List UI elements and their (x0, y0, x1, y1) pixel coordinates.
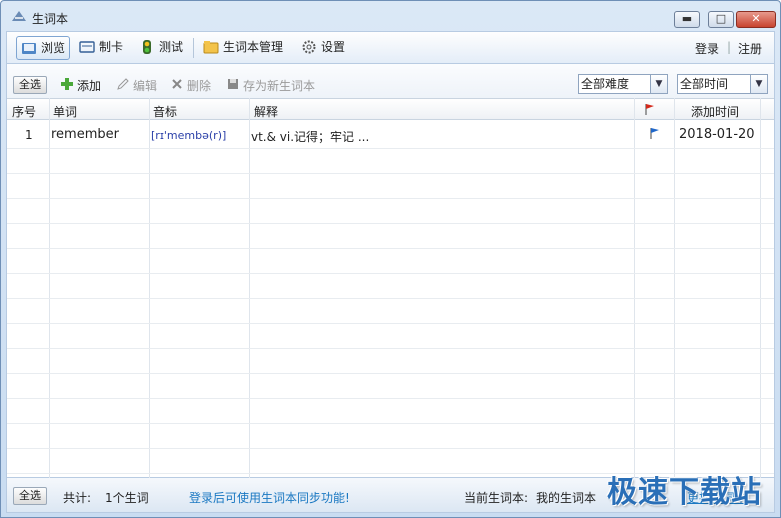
row-index: 1 (25, 128, 33, 142)
row-divider (7, 148, 774, 149)
row-divider (7, 273, 774, 274)
chevron-down-icon: ▼ (750, 75, 767, 93)
title-bar: 生词本 ▬ □ ✕ (1, 1, 780, 31)
delete-x-icon (172, 79, 182, 89)
column-divider (760, 98, 761, 479)
select-all-button[interactable]: 全选 (13, 76, 47, 94)
row-word: remember (51, 127, 119, 142)
save-as-new-button[interactable]: 存为新生词本 (227, 77, 315, 94)
nav-test[interactable]: 测试 (135, 36, 183, 60)
nav-link-divider: | (727, 40, 732, 54)
folder-icon (203, 41, 219, 54)
save-as-new-label: 存为新生词本 (243, 79, 316, 93)
column-divider (674, 98, 675, 479)
book-icon (22, 43, 36, 54)
pencil-icon (117, 78, 129, 90)
delete-label: 删除 (187, 79, 212, 93)
row-divider (7, 423, 774, 424)
table-header: 序号 单词 音标 解释 添加时间 (7, 98, 774, 120)
column-header-word[interactable]: 单词 (53, 103, 77, 120)
plus-icon (61, 78, 73, 90)
column-divider (249, 98, 250, 479)
chevron-down-icon: ▼ (650, 75, 667, 93)
watermark-logo: 极速下载站 (607, 475, 762, 510)
window-title: 生词本 (32, 12, 69, 26)
register-link[interactable]: 注册 (738, 40, 762, 57)
edit-label: 编辑 (133, 79, 158, 93)
row-divider (7, 373, 774, 374)
difficulty-value: 全部难度 (581, 77, 630, 91)
card-icon (79, 41, 95, 53)
app-logo-icon (12, 11, 26, 21)
save-disk-icon (228, 79, 238, 89)
row-divider (7, 198, 774, 199)
row-divider (7, 223, 774, 224)
word-list-panel: 全选 添加 编辑 删除 存为新生词本 全部难度 ▼ 全部时间 ▼ 序号 单词 音… (6, 63, 775, 479)
row-divider (7, 173, 774, 174)
difficulty-select[interactable]: 全部难度 ▼ (578, 74, 668, 94)
minimize-button[interactable]: ▬ (674, 11, 700, 28)
column-header-phonetic[interactable]: 音标 (153, 103, 177, 120)
nav-browse[interactable]: 浏览 (16, 36, 71, 60)
nav-browse-label: 浏览 (41, 41, 66, 55)
row-divider (7, 298, 774, 299)
add-button[interactable]: 添加 (61, 77, 101, 94)
nav-wordbook-manage-label: 生词本管理 (223, 40, 284, 54)
flag-column-icon[interactable] (644, 103, 656, 115)
column-header-index[interactable]: 序号 (12, 103, 36, 120)
nav-test-label: 测试 (159, 40, 184, 54)
status-select-all-button[interactable]: 全选 (13, 487, 47, 505)
row-divider (7, 448, 774, 449)
time-value: 全部时间 (680, 77, 729, 91)
column-header-date[interactable]: 添加时间 (691, 103, 739, 120)
gear-icon (302, 40, 316, 54)
row-definition: vt.& vi.记得；牢记 ... (251, 130, 370, 144)
total-label: 共计: (63, 491, 92, 505)
row-divider (7, 348, 774, 349)
current-wordbook-value: 我的生词本 (536, 491, 597, 505)
nav-wordbook-manage[interactable]: 生词本管理 (199, 36, 283, 60)
time-select[interactable]: 全部时间 ▼ (677, 74, 768, 94)
row-divider (7, 248, 774, 249)
row-phonetic: [rɪ'membə(r)] (151, 129, 227, 142)
delete-button[interactable]: 删除 (171, 77, 211, 94)
sync-hint-link[interactable]: 登录后可使用生词本同步功能! (189, 489, 350, 506)
row-divider (7, 323, 774, 324)
column-divider (49, 98, 50, 479)
list-toolbar: 全选 添加 编辑 删除 存为新生词本 全部难度 ▼ 全部时间 ▼ (7, 64, 774, 98)
app-window: 生词本 ▬ □ ✕ 浏览 制卡 测试 生词本管理 设置 登录 | 注册 全选 添… (0, 0, 781, 518)
close-button[interactable]: ✕ (736, 11, 776, 28)
maximize-button[interactable]: □ (708, 11, 734, 28)
add-label: 添加 (77, 79, 102, 93)
nav-card[interactable]: 制卡 (75, 36, 123, 60)
total-value: 1个生词 (105, 491, 149, 505)
nav-bar: 浏览 制卡 测试 生词本管理 设置 登录 | 注册 (6, 31, 775, 63)
row-date: 2018-01-20 (679, 127, 755, 142)
traffic-light-icon (143, 40, 151, 54)
column-divider (634, 98, 635, 479)
nav-settings[interactable]: 设置 (297, 36, 345, 60)
login-link[interactable]: 登录 (695, 40, 719, 57)
column-divider (149, 98, 150, 479)
nav-card-label: 制卡 (99, 40, 124, 54)
edit-button[interactable]: 编辑 (117, 77, 157, 94)
nav-divider (193, 38, 194, 58)
flag-icon[interactable] (649, 127, 661, 139)
column-header-definition[interactable]: 解释 (254, 103, 278, 120)
row-divider (7, 398, 774, 399)
nav-settings-label: 设置 (321, 40, 346, 54)
current-wordbook-label: 当前生词本: (464, 491, 529, 505)
